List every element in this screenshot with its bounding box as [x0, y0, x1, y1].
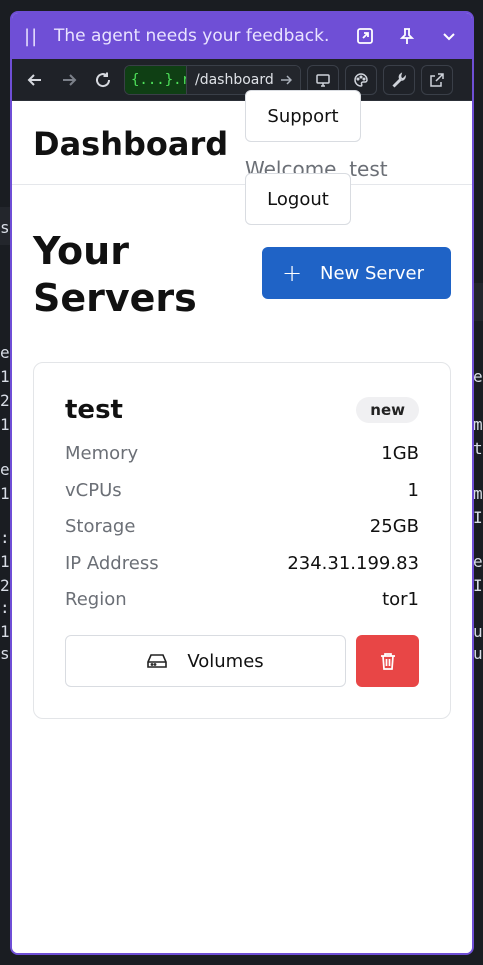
spec-row-vcpus: vCPUs 1	[65, 480, 419, 501]
spec-row-storage: Storage 25GB	[65, 516, 419, 537]
browser-toolbar: {...}.rep /dashboard	[12, 59, 472, 101]
spec-label: IP Address	[65, 553, 159, 574]
spec-row-memory: Memory 1GB	[65, 443, 419, 464]
server-name: test	[65, 395, 123, 425]
delete-server-button[interactable]	[356, 635, 419, 687]
spec-label: Memory	[65, 443, 139, 464]
logout-button[interactable]: Logout	[245, 173, 351, 225]
page-header: Dashboard Support Welcome, test	[12, 90, 472, 185]
volumes-button[interactable]: Volumes	[65, 635, 346, 687]
spec-row-region: Region tor1	[65, 589, 419, 610]
status-badge: new	[356, 397, 419, 423]
reload-icon[interactable]	[86, 64, 120, 96]
support-button[interactable]: Support	[245, 90, 361, 142]
url-domain: {...}.rep	[125, 65, 187, 94]
hard-drive-icon	[147, 654, 168, 668]
pin-icon[interactable]	[394, 23, 420, 49]
page-title: Dashboard	[33, 125, 229, 163]
spec-value: tor1	[382, 589, 419, 610]
browser-window: || The agent needs your feedback. {...}.…	[10, 11, 474, 955]
new-server-button[interactable]: + New Server	[262, 247, 451, 299]
back-icon[interactable]	[18, 64, 52, 96]
banner-message: The agent needs your feedback.	[54, 26, 330, 46]
wrench-icon[interactable]	[382, 64, 415, 95]
url-path-text: /dashboard	[195, 71, 274, 88]
agent-feedback-banner: || The agent needs your feedback.	[12, 13, 472, 59]
spec-row-ip-address: IP Address 234.31.199.83	[65, 553, 419, 574]
spec-value: 1GB	[381, 443, 419, 464]
servers-heading: Your Servers	[33, 229, 197, 320]
new-server-label: New Server	[320, 262, 425, 284]
spec-value: 25GB	[369, 516, 419, 537]
pause-icon[interactable]: ||	[24, 26, 50, 47]
volumes-label: Volumes	[187, 650, 264, 672]
arrow-right-icon	[280, 74, 292, 85]
forward-icon[interactable]	[52, 64, 86, 96]
page-content: Dashboard Support Welcome, test Logout Y…	[12, 90, 472, 953]
plus-icon: +	[282, 259, 303, 287]
trash-icon	[380, 653, 395, 670]
spec-label: vCPUs	[65, 480, 122, 501]
spec-label: Storage	[65, 516, 136, 537]
spec-value: 234.31.199.83	[287, 553, 419, 574]
spec-label: Region	[65, 589, 127, 610]
spec-value: 1	[407, 480, 419, 501]
external-link-icon[interactable]	[420, 64, 453, 95]
server-card: test new Memory 1GB vCPUs 1 Storage 25GB…	[33, 362, 451, 719]
expand-icon[interactable]	[352, 23, 378, 49]
chevron-down-icon[interactable]	[436, 23, 462, 49]
